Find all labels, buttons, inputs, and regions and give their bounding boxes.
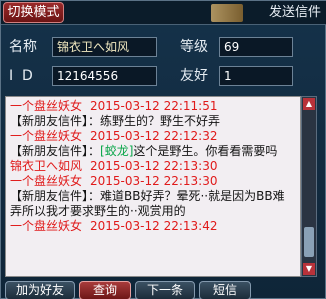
message-sender: 一个盘丝妖女 [10, 219, 83, 233]
mail-window: 切换模式 发送信件 名称 锦衣卫へ如风 等级 69 I D 12164556 友… [0, 0, 326, 299]
id-field: 12164556 [52, 66, 157, 86]
message-sender: 一个盘丝妖女 [10, 129, 83, 143]
message-item: 一个盘丝妖女 2015-03-12 22:11:51 【新朋友信件】：练野生的？野… [10, 99, 296, 129]
friendship-label: 友好 [180, 68, 208, 84]
id-label: I D [9, 68, 33, 84]
message-log[interactable]: 一个盘丝妖女 2015-03-12 22:11:51 【新朋友信件】：练野生的？野… [5, 96, 301, 277]
message-item: 一个盘丝妖女 2015-03-12 22:13:30 【新朋友信件】：难道BB好弄… [10, 174, 296, 219]
name-label: 名称 [9, 39, 37, 55]
scroll-down-icon[interactable]: ▼ [303, 263, 315, 275]
add-friend-button[interactable]: 加为好友 [5, 281, 75, 299]
title-ornament-icon [211, 4, 243, 22]
message-time: 2015-03-12 22:13:30 [90, 159, 218, 173]
message-item: 一个盘丝妖女 2015-03-12 22:13:42 [10, 219, 296, 234]
query-button[interactable]: 查询 [79, 281, 131, 299]
message-time: 2015-03-12 22:13:30 [90, 174, 218, 188]
level-label: 等级 [180, 39, 208, 55]
message-text: 练野生的？野生不好弄 [100, 114, 221, 128]
pet-link-tag[interactable]: [蛟龙] [100, 144, 133, 158]
message-time: 2015-03-12 22:11:51 [90, 99, 218, 113]
message-sender: 一个盘丝妖女 [10, 99, 83, 113]
message-sender: 一个盘丝妖女 [10, 174, 83, 188]
message-prefix: 【新朋友信件】： [10, 144, 101, 158]
scroll-thumb[interactable] [304, 227, 314, 257]
window-title: 发送信件 [268, 5, 321, 20]
message-text: 这个是野生。你看看需要吗 [133, 144, 278, 158]
switch-mode-button[interactable]: 切换模式 [3, 2, 64, 23]
scroll-up-icon[interactable]: ▲ [303, 98, 315, 110]
message-item: 一个盘丝妖女 2015-03-12 22:12:32 【新朋友信件】：[蛟龙]这个… [10, 129, 296, 159]
short-message-button[interactable]: 短信 [199, 281, 251, 299]
message-item: 锦衣卫へ如风 2015-03-12 22:13:30 [10, 159, 296, 174]
title-bar: 切换模式 发送信件 [1, 1, 326, 25]
message-prefix: 【新朋友信件】： [10, 114, 101, 128]
message-time: 2015-03-12 22:13:42 [90, 219, 218, 233]
name-field: 锦衣卫へ如风 [52, 37, 157, 57]
message-sender: 锦衣卫へ如风 [10, 159, 83, 173]
next-message-button[interactable]: 下一条 [135, 281, 195, 299]
message-scrollbar[interactable]: ▲ ▼ [301, 96, 317, 277]
level-field: 69 [219, 37, 293, 57]
message-prefix: 【新朋友信件】： [10, 189, 101, 203]
message-time: 2015-03-12 22:12:32 [90, 129, 218, 143]
friendship-field: 1 [219, 66, 293, 86]
